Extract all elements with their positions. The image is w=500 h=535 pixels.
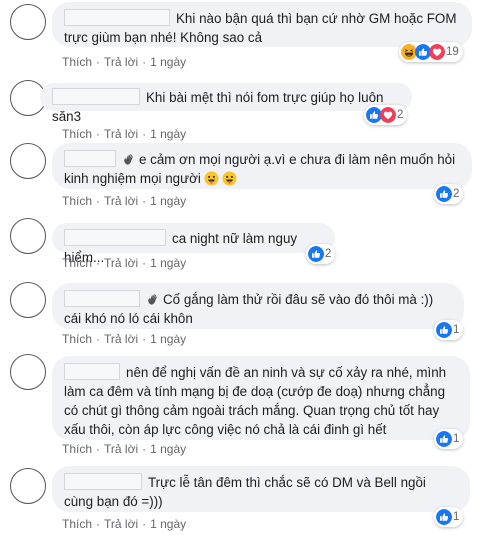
separator: · — [142, 127, 147, 141]
reaction-count: 2 — [397, 109, 404, 121]
reaction-summary[interactable]: 19 — [399, 42, 463, 62]
comment-bubble: nên để nghị vấn đề an ninh và sự cố xảy … — [52, 356, 470, 440]
avatar[interactable] — [10, 468, 46, 504]
reaction-count: 1 — [453, 433, 460, 445]
like-icon — [436, 186, 452, 202]
reaction-count: 2 — [453, 188, 460, 200]
love-icon — [380, 107, 396, 123]
like-link[interactable]: Thích — [62, 194, 92, 208]
comment-actions: Thích · Trả lời · 1 ngày — [62, 256, 186, 270]
reaction-summary[interactable]: 2 — [434, 184, 464, 204]
waving-hand-icon — [122, 152, 136, 166]
comment-bubble: Cố gắng làm thử rồi đâu sẽ vào đó thôi m… — [52, 283, 464, 329]
reply-link[interactable]: Trả lời — [104, 55, 138, 69]
separator: · — [142, 256, 147, 270]
comment-actions: Thích · Trả lời · 1 ngày — [62, 194, 186, 208]
like-link[interactable]: Thích — [62, 517, 92, 531]
reaction-count: 2 — [325, 248, 332, 260]
reaction-summary[interactable]: 2 — [306, 244, 336, 264]
timestamp[interactable]: 1 ngày — [150, 194, 186, 208]
comment-bubble: Trực lễ tân đêm thì chắc sẽ có DM và Bel… — [52, 466, 470, 512]
like-link[interactable]: Thích — [62, 55, 92, 69]
like-icon — [436, 509, 452, 525]
reply-link[interactable]: Trả lời — [104, 517, 138, 531]
reply-link[interactable]: Trả lời — [104, 442, 138, 456]
reply-link[interactable]: Trả lời — [104, 127, 138, 141]
separator: · — [142, 517, 147, 531]
avatar[interactable] — [10, 4, 46, 40]
comment-actions: Thích · Trả lời · 1 ngày — [62, 517, 186, 531]
reaction-summary[interactable]: 1 — [434, 429, 464, 449]
tongue-emoji-icon — [222, 171, 237, 186]
reaction-summary[interactable]: 1 — [434, 320, 464, 340]
commenter-name[interactable] — [64, 229, 166, 246]
reaction-count: 19 — [446, 46, 459, 58]
separator: · — [96, 256, 101, 270]
separator: · — [96, 442, 101, 456]
reaction-count: 1 — [453, 511, 460, 523]
reaction-summary[interactable]: 1 — [434, 507, 464, 527]
comment-actions: Thích · Trả lời · 1 ngày — [62, 55, 186, 69]
timestamp[interactable]: 1 ngày — [150, 256, 186, 270]
commenter-name[interactable] — [64, 9, 170, 26]
avatar[interactable] — [10, 218, 46, 254]
separator: · — [96, 127, 101, 141]
commenter-name[interactable] — [64, 363, 120, 380]
commenter-name[interactable] — [64, 473, 142, 490]
tongue-emoji-icon — [204, 171, 219, 186]
separator: · — [142, 55, 147, 69]
avatar[interactable] — [10, 143, 46, 179]
like-icon — [436, 431, 452, 447]
timestamp[interactable]: 1 ngày — [150, 442, 186, 456]
comment-text: nên để nghị vấn đề an ninh và sự cố xảy … — [64, 365, 447, 437]
waving-hand-icon — [146, 292, 160, 306]
like-link[interactable]: Thích — [62, 442, 92, 456]
commenter-name[interactable] — [64, 290, 140, 307]
commenter-name[interactable] — [64, 150, 116, 167]
comment-bubble: ca night nữ làm nguy hiểm... — [52, 223, 335, 265]
separator: · — [142, 332, 147, 346]
comment-actions: Thích · Trả lời · 1 ngày — [62, 127, 186, 141]
like-icon — [308, 246, 324, 262]
reply-link[interactable]: Trả lời — [104, 332, 138, 346]
separator: · — [96, 55, 101, 69]
timestamp[interactable]: 1 ngày — [150, 517, 186, 531]
like-link[interactable]: Thích — [62, 332, 92, 346]
love-icon — [429, 44, 445, 60]
comment-bubble: Khi nào bận quá thì bạn cứ nhờ GM hoặc F… — [52, 2, 472, 47]
separator: · — [96, 517, 101, 531]
reply-link[interactable]: Trả lời — [104, 256, 138, 270]
like-icon — [436, 322, 452, 338]
reaction-count: 1 — [453, 324, 460, 336]
separator: · — [96, 194, 101, 208]
separator: · — [96, 332, 101, 346]
timestamp[interactable]: 1 ngày — [150, 55, 186, 69]
avatar[interactable] — [10, 354, 46, 390]
reaction-summary[interactable]: 2 — [364, 105, 408, 125]
separator: · — [142, 442, 147, 456]
comment-bubble: e cảm ơn mọi người ạ.vì e chưa đi làm nê… — [52, 143, 472, 189]
comment-actions: Thích · Trả lời · 1 ngày — [62, 332, 186, 346]
comment-actions: Thích · Trả lời · 1 ngày — [62, 442, 186, 456]
separator: · — [142, 194, 147, 208]
timestamp[interactable]: 1 ngày — [150, 332, 186, 346]
avatar[interactable] — [10, 282, 46, 318]
commenter-name[interactable] — [52, 88, 140, 105]
reply-link[interactable]: Trả lời — [104, 194, 138, 208]
like-link[interactable]: Thích — [62, 127, 92, 141]
timestamp[interactable]: 1 ngày — [150, 127, 186, 141]
like-link[interactable]: Thích — [62, 256, 92, 270]
comment-bubble: Khi bài mệt thì nói fom trực giúp họ luô… — [40, 83, 412, 124]
